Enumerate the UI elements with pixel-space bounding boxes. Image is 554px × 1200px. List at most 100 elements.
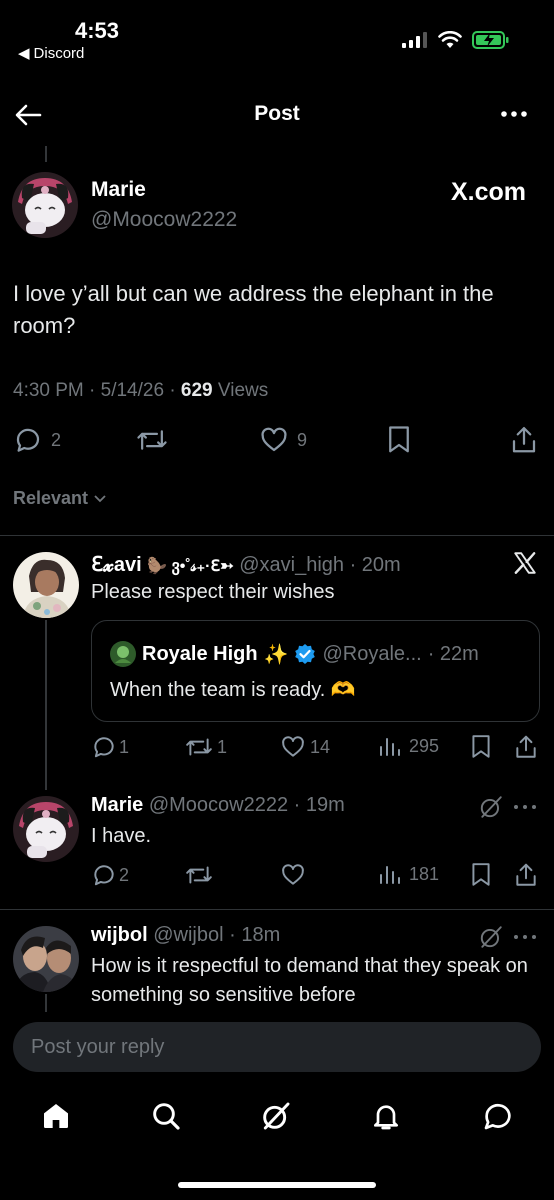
views-button[interactable]: 181 xyxy=(377,862,439,886)
reply-button[interactable]: 1 xyxy=(91,734,129,760)
reply-text: How is it respectful to demand that they… xyxy=(91,955,528,1006)
bookmark-icon xyxy=(472,735,490,758)
views-button[interactable]: 295 xyxy=(377,734,439,758)
share-button[interactable] xyxy=(510,425,538,455)
heart-icon xyxy=(282,736,304,757)
repost-count: 1 xyxy=(217,736,228,757)
reply-author-name-decoration: 🦫 ვ•˚𝓈₊·ℇ➳ xyxy=(147,558,234,575)
views-label: Views xyxy=(212,380,269,401)
avatar[interactable] xyxy=(13,796,79,862)
more-options-icon[interactable] xyxy=(512,932,538,942)
post-actions: 2 9 xyxy=(0,425,554,457)
reply-timestamp: · 20m xyxy=(349,554,401,576)
notifications-bell-icon[interactable] xyxy=(370,1100,402,1132)
reply-composer[interactable] xyxy=(13,1022,541,1072)
chevron-down-icon xyxy=(94,494,106,502)
home-icon[interactable] xyxy=(40,1100,72,1132)
like-count: 9 xyxy=(297,429,308,450)
views-count: 181 xyxy=(409,863,440,884)
more-options-icon[interactable] xyxy=(500,102,528,126)
search-icon[interactable] xyxy=(150,1100,182,1132)
reply-text: Please respect their wishes xyxy=(91,581,335,603)
sort-replies-dropdown[interactable]: Relevant xyxy=(13,488,107,509)
status-icons xyxy=(402,30,510,50)
bookmark-button[interactable] xyxy=(470,734,492,760)
reply-header: wijbol @wijbol · 18m xyxy=(91,924,280,947)
reply-header: Marie @Moocow2222 · 19m xyxy=(91,794,345,817)
bottom-tab-bar xyxy=(0,1092,554,1142)
quote-author-handle: @Royale... xyxy=(322,642,422,665)
x-logo-icon xyxy=(514,552,536,574)
post-header: Post xyxy=(0,90,554,140)
status-bar: 4:53 ◀ Discord xyxy=(0,0,554,70)
reply-icon xyxy=(16,428,40,452)
share-icon xyxy=(516,863,536,886)
thread-connector-line xyxy=(45,994,47,1012)
like-button[interactable]: 14 xyxy=(280,734,330,760)
share-button[interactable] xyxy=(514,734,538,760)
share-icon xyxy=(516,735,536,758)
reply-timestamp: · 19m xyxy=(293,794,345,816)
repost-icon xyxy=(137,430,167,450)
reply-timestamp: · 18m xyxy=(229,924,281,946)
wifi-icon xyxy=(438,31,462,48)
back-to-app-link[interactable]: ◀ Discord xyxy=(18,44,85,63)
reply-button[interactable]: 2 xyxy=(91,862,129,888)
repost-icon xyxy=(186,738,212,756)
grok-icon[interactable] xyxy=(478,794,504,820)
views-count: 295 xyxy=(409,735,440,756)
grok-icon[interactable] xyxy=(478,924,504,950)
back-triangle-icon: ◀ xyxy=(18,45,30,62)
reply-author-name[interactable]: ℇ𝔁avi xyxy=(91,554,142,576)
like-button[interactable]: 9 xyxy=(259,425,307,455)
reply-author-name[interactable]: wijbol xyxy=(91,924,148,946)
quote-author-name[interactable]: Royale High xyxy=(142,643,258,666)
messages-icon[interactable] xyxy=(482,1100,514,1132)
heart-icon xyxy=(261,427,287,452)
reply-author-handle[interactable]: @Moocow2222 xyxy=(149,794,288,816)
grok-icon[interactable] xyxy=(260,1100,292,1132)
repost-button[interactable] xyxy=(185,862,213,888)
quote-timestamp: · 22m xyxy=(427,642,479,665)
verified-badge-icon xyxy=(295,644,316,664)
quote-header: Royale High ✨ @Royale... · 22m xyxy=(110,641,479,667)
repost-button[interactable]: 1 xyxy=(185,734,227,760)
share-icon xyxy=(512,427,536,453)
signal-icon xyxy=(402,32,427,48)
battery-charging-icon xyxy=(472,31,509,49)
more-options-icon[interactable] xyxy=(512,802,538,812)
repost-icon xyxy=(186,866,212,884)
avatar[interactable] xyxy=(13,926,79,992)
source-label: X.com xyxy=(450,178,526,206)
reply-count: 1 xyxy=(119,736,130,757)
back-app-label: Discord xyxy=(33,44,85,62)
post-timestamp: 4:30 PM · 5/14/26 · xyxy=(13,380,181,401)
reply-count: 2 xyxy=(51,429,62,450)
author-handle[interactable]: @Moocow2222 xyxy=(91,208,237,232)
reply-count: 2 xyxy=(119,864,130,885)
reply-author-handle[interactable]: @wijbol xyxy=(153,924,223,946)
reply-button[interactable]: 2 xyxy=(13,425,61,455)
post-text: I love y’all but can we address the elep… xyxy=(13,281,494,338)
sparkle-emoji: ✨ xyxy=(263,643,289,666)
reply-input[interactable] xyxy=(13,1022,541,1072)
like-count: 14 xyxy=(310,736,331,757)
bookmark-button[interactable] xyxy=(470,862,492,888)
like-button[interactable] xyxy=(280,862,306,888)
views-count: 629 xyxy=(180,380,213,401)
status-time: 4:53 xyxy=(75,18,120,43)
reply-author-name[interactable]: Marie xyxy=(91,794,143,816)
avatar[interactable] xyxy=(12,172,78,238)
repost-button[interactable] xyxy=(136,425,168,455)
reply-author-handle[interactable]: @xavi_high xyxy=(239,554,344,576)
author-name[interactable]: Marie xyxy=(91,178,146,202)
sort-label: Relevant xyxy=(13,488,89,508)
home-indicator xyxy=(178,1182,376,1188)
reply-actions: 1 1 14 295 xyxy=(0,734,554,766)
bookmark-button[interactable] xyxy=(386,425,412,455)
avatar[interactable] xyxy=(110,641,136,667)
share-button[interactable] xyxy=(514,862,538,888)
quoted-post[interactable]: Royale High ✨ @Royale... · 22m When the … xyxy=(91,620,540,722)
views-chart-icon xyxy=(380,738,400,756)
avatar[interactable] xyxy=(13,552,79,618)
